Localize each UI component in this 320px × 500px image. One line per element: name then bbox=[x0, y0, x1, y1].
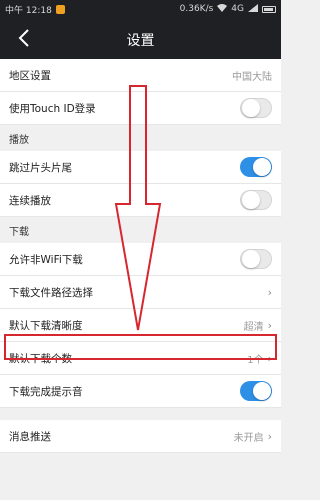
touch-id-toggle[interactable] bbox=[240, 98, 272, 118]
skip-intro-row: 跳过片头片尾 bbox=[0, 151, 281, 184]
continuous-play-toggle[interactable] bbox=[240, 190, 272, 210]
network-speed: 0.36K/s bbox=[179, 4, 214, 14]
page-title: 设置 bbox=[126, 33, 155, 49]
network-type: 4G bbox=[231, 4, 244, 14]
skip-intro-toggle[interactable] bbox=[240, 157, 272, 177]
battery-icon bbox=[262, 5, 276, 13]
default-quality-row[interactable]: 默认下载清晰度 超清 › bbox=[0, 309, 281, 342]
status-bar: 中午 12:18 0.36K/s 4G bbox=[0, 0, 281, 18]
section-header-play: 播放 bbox=[0, 125, 281, 151]
touch-id-row: 使用Touch ID登录 bbox=[0, 92, 281, 125]
row-label: 跳过片头片尾 bbox=[9, 161, 72, 174]
row-label: 下载文件路径选择 bbox=[9, 286, 93, 299]
row-value: 超清 bbox=[243, 321, 264, 333]
nav-bar: 设置 bbox=[0, 18, 281, 59]
row-label: 默认下载个数 bbox=[9, 352, 72, 365]
row-label: 默认下载清晰度 bbox=[9, 319, 83, 332]
row-label: 消息推送 bbox=[9, 430, 51, 443]
wifi-icon bbox=[217, 3, 228, 15]
chevron-right-icon: › bbox=[267, 429, 272, 443]
settings-list: 地区设置 中国大陆 使用Touch ID登录 播放 跳过片头片尾 连续播放 下载… bbox=[0, 59, 281, 453]
non-wifi-download-toggle[interactable] bbox=[240, 249, 272, 269]
download-sound-row: 下载完成提示音 bbox=[0, 375, 281, 408]
non-wifi-download-row: 允许非WiFi下载 bbox=[0, 243, 281, 276]
row-label: 连续播放 bbox=[9, 194, 51, 207]
row-label: 地区设置 bbox=[9, 69, 51, 82]
chevron-right-icon: › bbox=[267, 285, 272, 299]
section-header-download: 下载 bbox=[0, 217, 281, 243]
download-path-row[interactable]: 下载文件路径选择 › bbox=[0, 276, 281, 309]
row-value: 未开启 bbox=[233, 432, 264, 444]
continuous-play-row: 连续播放 bbox=[0, 184, 281, 217]
default-count-row[interactable]: 默认下载个数 1个 › bbox=[0, 342, 281, 375]
row-label: 下载完成提示音 bbox=[9, 385, 83, 398]
row-label: 允许非WiFi下载 bbox=[9, 253, 83, 266]
download-sound-toggle[interactable] bbox=[240, 381, 272, 401]
chevron-right-icon: › bbox=[267, 351, 272, 365]
status-time: 中午 12:18 bbox=[5, 5, 52, 16]
row-value: 中国大陆 bbox=[232, 71, 272, 83]
row-label: 使用Touch ID登录 bbox=[9, 102, 96, 115]
notification-icon bbox=[55, 4, 65, 14]
push-notification-row[interactable]: 消息推送 未开启 › bbox=[0, 420, 281, 453]
chevron-right-icon: › bbox=[267, 318, 272, 332]
row-value: 1个 bbox=[247, 354, 264, 366]
region-setting-row[interactable]: 地区设置 中国大陆 bbox=[0, 59, 281, 92]
signal-icon bbox=[248, 3, 258, 15]
